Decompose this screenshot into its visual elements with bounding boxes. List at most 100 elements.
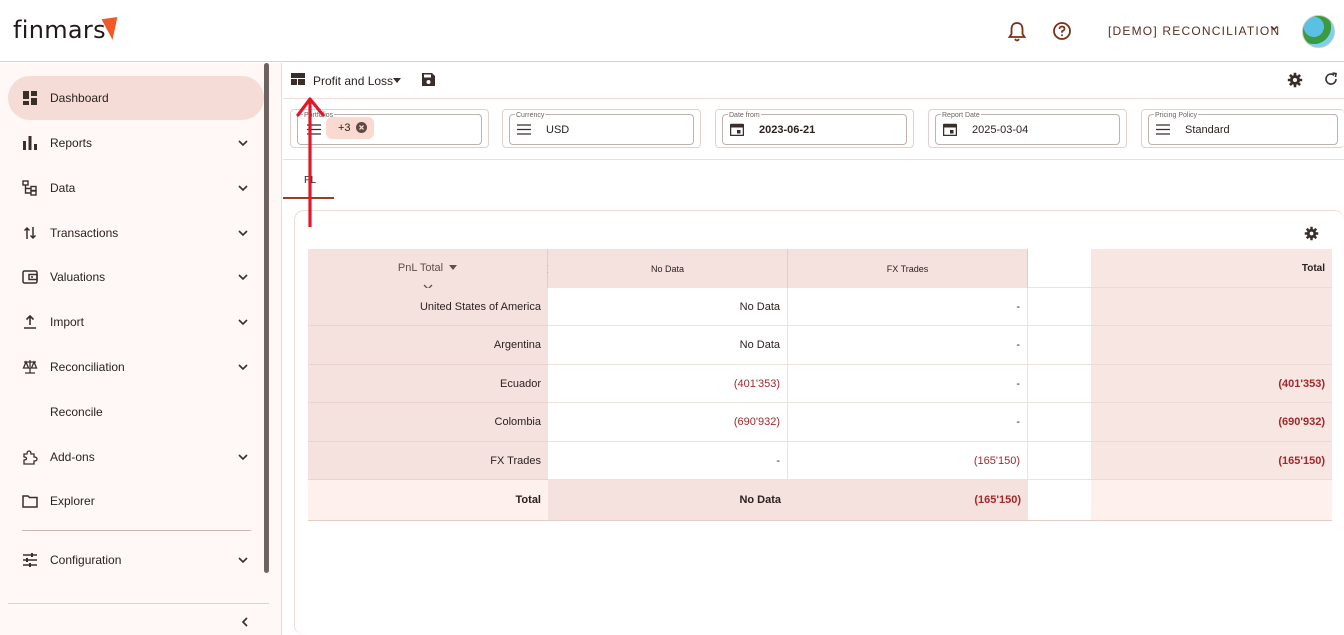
layout-selector[interactable]: Profit and Loss	[313, 74, 393, 88]
column-header[interactable]: FX Trades	[788, 249, 1028, 288]
chevron-down-icon[interactable]	[236, 270, 250, 284]
total-row-label: Total	[308, 480, 548, 520]
filter-label: Currency	[515, 112, 546, 119]
row-header-label: PnL Total	[397, 262, 444, 274]
close-icon[interactable]	[356, 122, 367, 133]
filter-label: Report Date	[941, 112, 981, 119]
table-cell: -	[548, 442, 788, 480]
sidebar-item-label: Reconcile	[50, 405, 103, 419]
total-cell: (165'150)	[788, 480, 1028, 520]
sidebar-item-transactions[interactable]: Transactions	[8, 211, 264, 255]
chevron-down-icon[interactable]	[236, 360, 250, 374]
table-cell: No Data	[548, 288, 788, 326]
sidebar-item-label: Reconciliation	[50, 360, 125, 374]
chevron-down-icon[interactable]	[236, 450, 250, 464]
layout-icon	[291, 73, 305, 85]
chevron-down-icon[interactable]	[236, 226, 250, 240]
calendar-icon	[730, 123, 744, 136]
sidebar-item-reconcile[interactable]: Reconcile	[8, 390, 264, 434]
date-from-filter[interactable]: Date from 2023-06-21	[715, 109, 914, 148]
dashboard-icon	[23, 91, 37, 105]
row-label[interactable]: United States of America	[308, 288, 548, 326]
bar-chart-icon	[23, 136, 37, 150]
total-cell: No Data	[548, 480, 788, 520]
sidebar-item-reports[interactable]: Reports	[8, 121, 264, 165]
report-date-filter[interactable]: Report Date 2025-03-04	[928, 109, 1127, 148]
upload-icon	[24, 314, 36, 329]
save-icon[interactable]	[422, 73, 435, 86]
bell-icon[interactable]	[1007, 21, 1027, 43]
table-cell: -	[788, 365, 1028, 403]
row-label[interactable]: FX Trades	[308, 442, 548, 480]
pricing-policy-value: Standard	[1185, 124, 1230, 136]
sidebar-item-label: Reports	[50, 136, 93, 150]
sidebar-item-add-ons[interactable]: Add-ons	[8, 435, 264, 479]
column-gap	[1028, 442, 1091, 480]
caret-down-icon[interactable]	[393, 78, 401, 83]
chevron-down-icon[interactable]	[236, 315, 250, 329]
sidebar-scrollbar[interactable]	[264, 63, 269, 573]
sidebar-item-reconciliation[interactable]: Reconciliation	[8, 345, 264, 389]
column-gap	[1028, 365, 1091, 403]
table-cell-total: (401'353)	[1091, 365, 1332, 403]
column-gap	[1028, 326, 1091, 365]
puzzle-icon	[23, 450, 38, 465]
avatar[interactable]	[1302, 15, 1335, 48]
sidebar-item-import[interactable]: Import	[8, 300, 264, 344]
grand-total-cell	[1091, 480, 1332, 520]
wallet-icon	[22, 270, 38, 284]
report-date-value: 2025-03-04	[972, 124, 1029, 136]
column-gap	[1028, 288, 1091, 326]
gear-icon[interactable]	[1287, 72, 1303, 88]
sidebar-item-explorer[interactable]: Explorer	[8, 479, 264, 523]
table-cell: -	[788, 326, 1028, 365]
table-cell: (401'353)	[548, 365, 788, 403]
swap-vertical-icon	[23, 226, 37, 240]
sidebar-bottom-divider	[8, 603, 269, 604]
list-icon	[1156, 124, 1170, 135]
logo-mark-icon	[101, 16, 121, 42]
chevron-down-icon[interactable]	[236, 553, 250, 567]
table-cell: No Data	[548, 326, 788, 365]
logo[interactable]: finmars	[13, 16, 106, 44]
chevron-left-icon[interactable]	[238, 615, 252, 629]
space-selector[interactable]: [DEMO] RECONCILIATION	[1108, 24, 1280, 38]
row-label[interactable]: Colombia	[308, 403, 548, 442]
currency-filter[interactable]: Currency USD	[502, 109, 701, 148]
list-icon	[517, 124, 531, 135]
help-icon[interactable]	[1052, 21, 1072, 41]
sidebar-item-dashboard[interactable]: Dashboard	[8, 76, 264, 120]
portfolios-chip[interactable]: +3	[326, 117, 374, 139]
sidebar-item-label: Configuration	[50, 553, 122, 567]
chevron-down-icon[interactable]	[1268, 22, 1280, 34]
tabs-divider	[283, 159, 1344, 160]
sidebar-divider	[22, 530, 251, 531]
column-header-total[interactable]: Total	[1091, 249, 1332, 288]
gear-icon[interactable]	[1304, 226, 1319, 241]
column-gap	[1028, 403, 1091, 442]
filter-label: Pricing Policy	[1154, 112, 1199, 119]
sidebar-item-label: Dashboard	[50, 91, 109, 105]
annotation-arrow-icon	[296, 97, 325, 227]
top-bar: finmars [DEMO] RECONCILIATION	[0, 0, 1344, 62]
chevron-down-icon[interactable]	[236, 136, 250, 150]
pricing-policy-filter[interactable]: Pricing Policy Standard	[1141, 109, 1344, 148]
currency-value: USD	[546, 124, 570, 136]
table-cell-total	[1091, 326, 1332, 365]
tree-icon	[22, 180, 37, 196]
sidebar-item-configuration[interactable]: Configuration	[8, 538, 264, 582]
row-label[interactable]: Argentina	[308, 326, 548, 365]
sidebar-item-valuations[interactable]: Valuations	[8, 255, 264, 299]
chevron-down-icon[interactable]	[236, 181, 250, 195]
column-header[interactable]: No Data	[548, 249, 788, 288]
row-label[interactable]: Ecuador	[308, 365, 548, 403]
table-cell-total: (690'932)	[1091, 403, 1332, 442]
sidebar-item-data[interactable]: Data	[8, 166, 264, 210]
refresh-icon[interactable]	[1324, 72, 1338, 86]
caret-down-icon[interactable]	[449, 265, 458, 270]
table-cell: -	[788, 403, 1028, 442]
sidebar-item-label: Transactions	[50, 226, 119, 240]
sidebar-item-label: Explorer	[50, 494, 95, 508]
filter-label: Date from	[728, 112, 761, 119]
sidebar-item-label: Import	[50, 315, 85, 329]
